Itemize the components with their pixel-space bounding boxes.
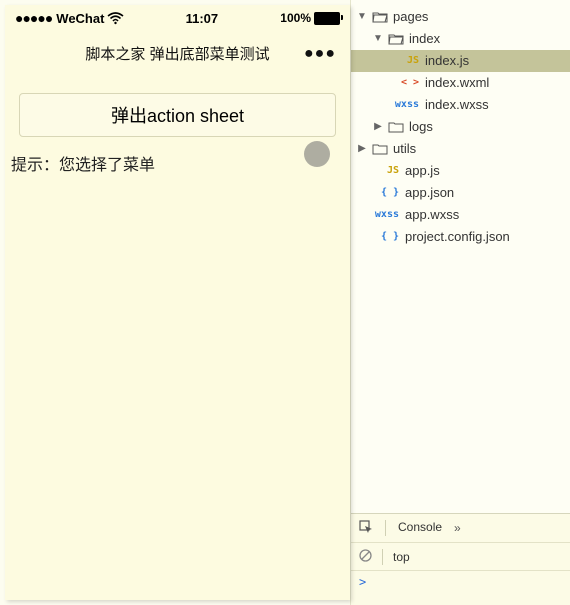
tree-folder-pages[interactable]: ▼ pages (351, 6, 570, 28)
tree-file-app-json[interactable]: { } app.json (351, 182, 570, 204)
divider (382, 549, 383, 565)
json-file-icon: { } (371, 187, 399, 199)
tree-folder-index[interactable]: ▼ index (351, 28, 570, 50)
console-panel: Console » top > (351, 513, 570, 605)
status-bar: ●●●●● WeChat 11:07 100% (5, 5, 350, 31)
nav-bar: 脚本之家 弹出底部菜单测试 ●●● (5, 31, 350, 75)
clock: 11:07 (186, 11, 219, 26)
wxss-file-icon: wxss (371, 209, 399, 221)
folder-icon (389, 121, 403, 133)
clear-console-icon[interactable] (359, 549, 372, 565)
tap-indicator-icon (304, 141, 330, 167)
battery-percent: 100% (280, 11, 311, 25)
divider (385, 520, 386, 536)
tree-file-index-wxml[interactable]: < > index.wxml (351, 72, 570, 94)
status-right: 100% (280, 11, 340, 25)
tree-label: index.wxss (425, 97, 566, 113)
tree-folder-logs[interactable]: ▶ logs (351, 116, 570, 138)
wxss-file-icon: wxss (391, 99, 419, 111)
nav-menu-button[interactable]: ●●● (304, 45, 336, 63)
tree-label: index.wxml (425, 75, 566, 91)
phone-simulator: ●●●●● WeChat 11:07 100% 脚本之家 弹出底部菜单测试 ●●… (5, 5, 350, 600)
tree-label: utils (393, 141, 566, 157)
file-tree[interactable]: ▼ pages ▼ index JS index.js < > index.wx… (351, 0, 570, 513)
js-file-icon: JS (391, 55, 419, 67)
tree-file-project-config[interactable]: { } project.config.json (351, 226, 570, 248)
console-input[interactable]: > (351, 571, 570, 605)
tree-label: logs (409, 119, 566, 135)
tree-label: app.js (405, 163, 566, 179)
status-left: ●●●●● WeChat (15, 10, 123, 26)
js-file-icon: JS (371, 165, 399, 177)
chevron-right-icon: ▶ (373, 122, 383, 132)
tree-label: pages (393, 9, 566, 25)
tree-label: index.js (425, 53, 566, 69)
action-sheet-button-label: 弹出action sheet (111, 102, 244, 128)
right-pane: ▼ pages ▼ index JS index.js < > index.wx… (350, 0, 570, 605)
signal-dots-icon: ●●●●● (15, 10, 52, 26)
tree-label: app.json (405, 185, 566, 201)
more-tabs-button[interactable]: » (454, 521, 461, 535)
tree-folder-utils[interactable]: ▶ utils (351, 138, 570, 160)
chevron-right-icon: ▶ (357, 144, 367, 154)
tree-file-index-wxss[interactable]: wxss index.wxss (351, 94, 570, 116)
carrier-label: WeChat (56, 11, 104, 26)
tab-console[interactable]: Console (398, 516, 442, 540)
console-prompt-icon: > (359, 575, 366, 589)
hint-text: 提示：您选择了菜单 (11, 151, 344, 175)
folder-open-icon (373, 11, 387, 23)
json-file-icon: { } (371, 231, 399, 243)
chevron-down-icon: ▼ (373, 34, 383, 44)
elements-select-icon[interactable] (359, 520, 373, 537)
folder-open-icon (389, 33, 403, 45)
tree-label: project.config.json (405, 229, 566, 245)
tree-label: index (409, 31, 566, 47)
tree-label: app.wxss (405, 207, 566, 223)
battery-icon (314, 12, 340, 25)
action-sheet-button[interactable]: 弹出action sheet (19, 93, 336, 137)
tree-file-app-wxss[interactable]: wxss app.wxss (351, 204, 570, 226)
wxml-file-icon: < > (391, 77, 419, 89)
chevron-down-icon: ▼ (357, 12, 367, 22)
console-tabs: Console » (351, 514, 570, 543)
context-dropdown[interactable]: top (393, 550, 410, 564)
console-controls: top (351, 543, 570, 571)
tree-file-index-js[interactable]: JS index.js (351, 50, 570, 72)
folder-icon (373, 143, 387, 155)
wifi-icon (108, 13, 123, 24)
page-title: 脚本之家 弹出底部菜单测试 (85, 43, 269, 64)
tree-file-app-js[interactable]: JS app.js (351, 160, 570, 182)
